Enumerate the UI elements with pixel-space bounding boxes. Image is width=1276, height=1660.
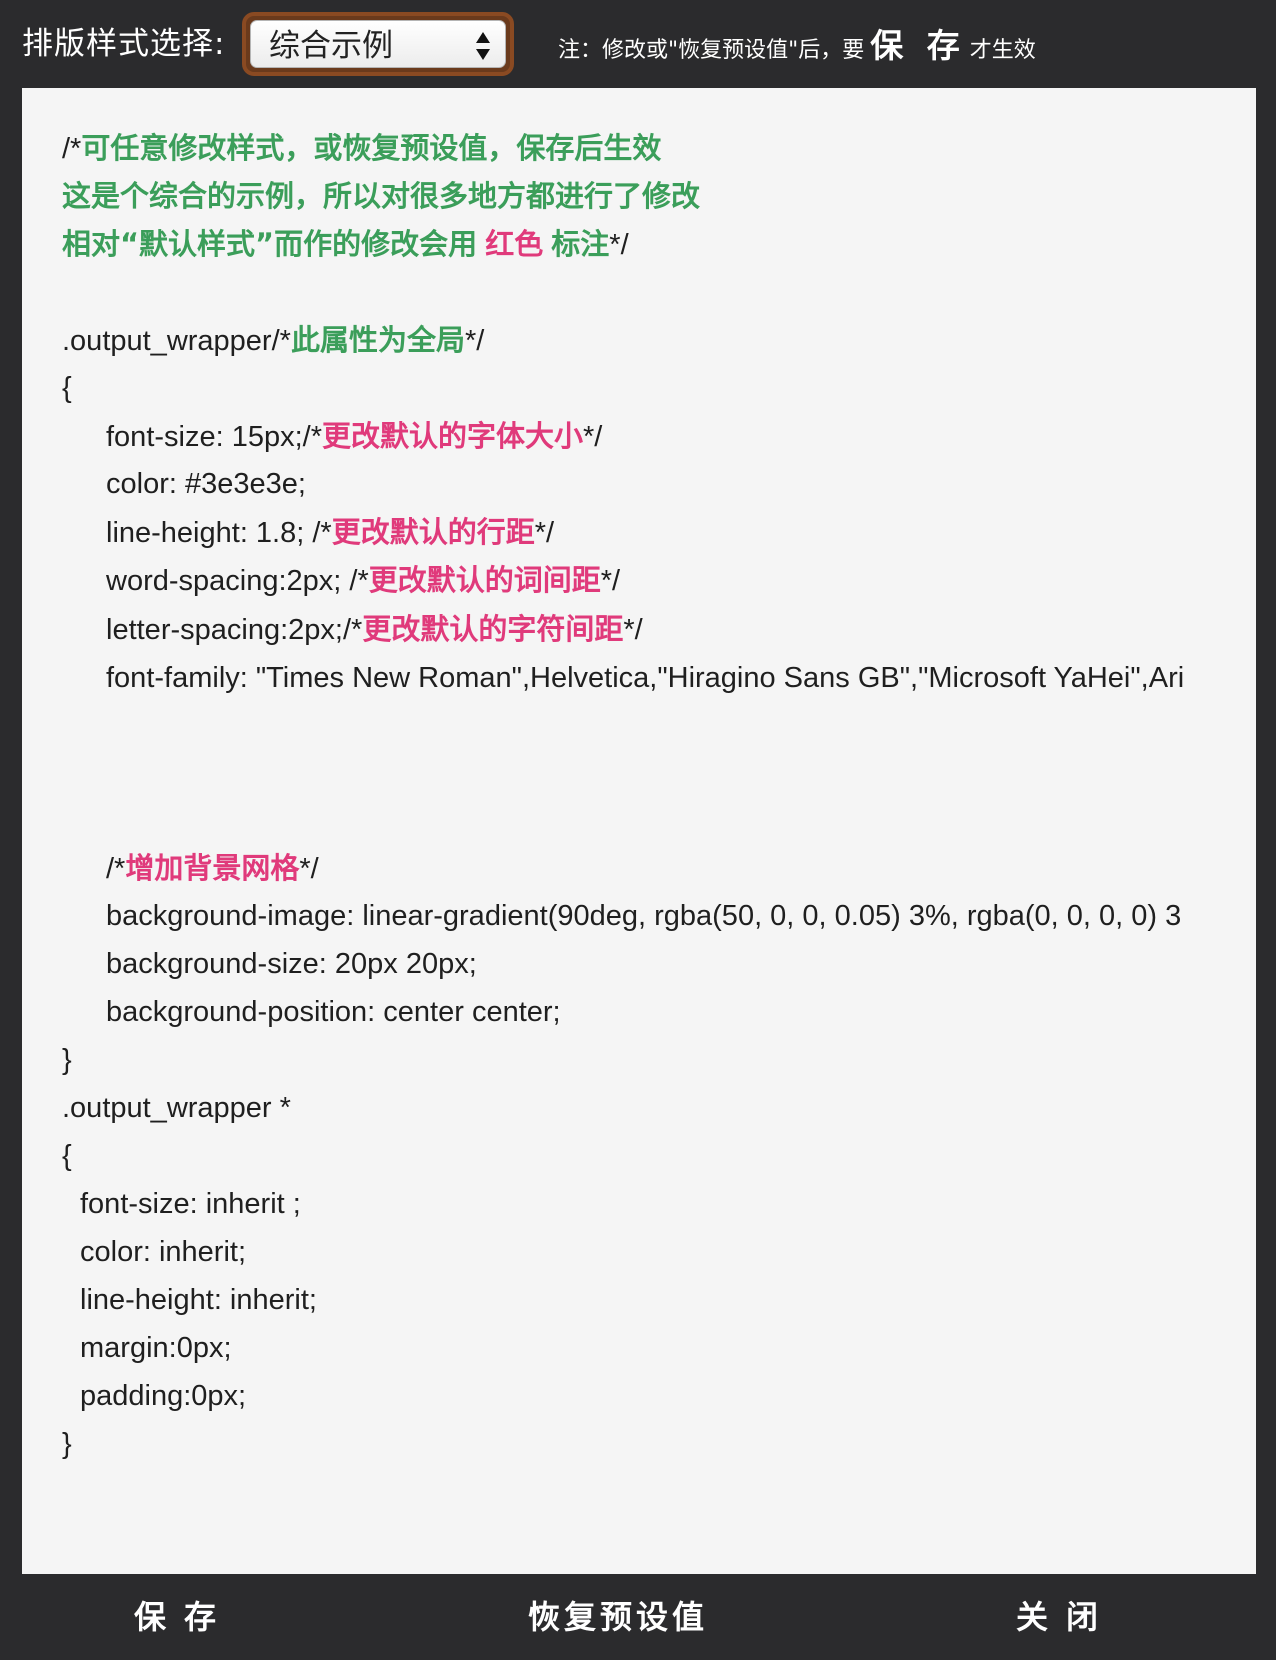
code-line: background-size: 20px 20px; — [106, 948, 477, 980]
code-text: /* — [62, 133, 82, 165]
code-line: color: inherit; — [80, 1236, 247, 1268]
code-text: word-spacing:2px; /* — [106, 565, 369, 597]
code-changed-note: 更改默认的行距 — [331, 515, 535, 549]
code-line: { — [62, 372, 72, 404]
code-line: 这是个综合的示例，所以对很多地方都进行了修改 — [62, 172, 700, 220]
code-text: */ — [623, 614, 643, 646]
code-text: line-height: 1.8; /* — [106, 517, 332, 549]
up-down-arrows-icon — [476, 32, 490, 60]
code-line: background-position: center center; — [106, 996, 561, 1028]
code-line: padding:0px; — [80, 1380, 247, 1412]
toolbar: 排版样式选择: 综合示例 注：修改或"恢复预设值"后，要保 存才生效 — [0, 0, 1276, 88]
style-select-label: 排版样式选择: — [22, 26, 226, 62]
code-text: */ — [583, 421, 603, 453]
save-button[interactable]: 保存 — [134, 1584, 234, 1650]
code-line: font-size: 15px;/*更改默认的字体大小*/ — [106, 412, 602, 460]
code-line: margin:0px; — [80, 1332, 232, 1364]
code-line: letter-spacing:2px;/*更改默认的字符间距*/ — [106, 605, 643, 653]
code-line: font-family: "Times New Roman",Helvetica… — [106, 662, 1185, 694]
code-line: { — [62, 1140, 72, 1172]
code-line: .output_wrapper * — [62, 1092, 291, 1124]
style-select-value: 综合示例 — [269, 28, 393, 64]
notice-suffix: 才生效 — [969, 38, 1036, 63]
code-line: .output_wrapper/*此属性为全局*/ — [62, 316, 484, 364]
close-button[interactable]: 关闭 — [1016, 1584, 1116, 1650]
code-line: } — [62, 1044, 72, 1076]
code-text: /* — [106, 853, 126, 885]
code-changed-note: 红色 — [485, 227, 544, 261]
code-line: color: #3e3e3e; — [106, 468, 306, 500]
code-comment: 标注 — [551, 227, 610, 261]
dialog-footer: 保存 恢复预设值 关闭 — [0, 1574, 1276, 1660]
save-notice: 注：修改或"恢复预设值"后，要保 存才生效 — [558, 22, 1036, 75]
code-changed-note: 更改默认的词间距 — [368, 563, 601, 597]
code-text: .output_wrapper/* — [62, 325, 291, 357]
code-changed-note: 更改默认的字符间距 — [362, 612, 624, 646]
code-comment: 可任意修改样式，或恢复预设值，保存后生效 — [81, 131, 662, 165]
code-text: */ — [464, 325, 485, 357]
code-line: background-image: linear-gradient(90deg,… — [106, 900, 1182, 932]
style-select-box[interactable]: 综合示例 — [250, 20, 506, 68]
notice-save-emphasis: 保 存 — [870, 26, 966, 65]
code-line: word-spacing:2px; /*更改默认的词间距*/ — [106, 556, 620, 604]
code-text: */ — [299, 853, 319, 885]
code-text: */ — [534, 517, 555, 549]
css-editor[interactable]: /*可任意修改样式，或恢复预设值，保存后生效 这是个综合的示例，所以对很多地方都… — [22, 88, 1256, 1574]
code-text: */ — [609, 229, 629, 261]
code-line: /*增加背景网格*/ — [106, 844, 319, 892]
notice-prefix: 注：修改或"恢复预设值"后，要 — [558, 38, 865, 63]
code-text: */ — [600, 565, 621, 597]
code-changed-note: 更改默认的字体大小 — [322, 419, 584, 453]
code-line: line-height: 1.8; /*更改默认的行距*/ — [106, 508, 554, 556]
code-line: font-size: inherit ; — [80, 1188, 301, 1220]
code-text: letter-spacing:2px;/* — [106, 614, 363, 646]
code-line: 相对“默认样式”而作的修改会用 红色 标注*/ — [62, 220, 629, 268]
code-comment: 相对“默认样式”而作的修改会用 — [62, 227, 478, 261]
code-comment: 这是个综合的示例，所以对很多地方都进行了修改 — [62, 179, 701, 213]
code-line: /*可任意修改样式，或恢复预设值，保存后生效 — [62, 124, 661, 172]
code-line: } — [62, 1428, 72, 1460]
code-changed-note: 增加背景网格 — [125, 851, 300, 885]
code-line: line-height: inherit; — [80, 1284, 317, 1316]
code-comment: 此属性为全局 — [290, 323, 465, 357]
restore-defaults-button[interactable]: 恢复预设值 — [528, 1584, 708, 1650]
code-text: font-size: 15px;/* — [106, 421, 322, 453]
style-select[interactable]: 综合示例 — [242, 12, 514, 76]
